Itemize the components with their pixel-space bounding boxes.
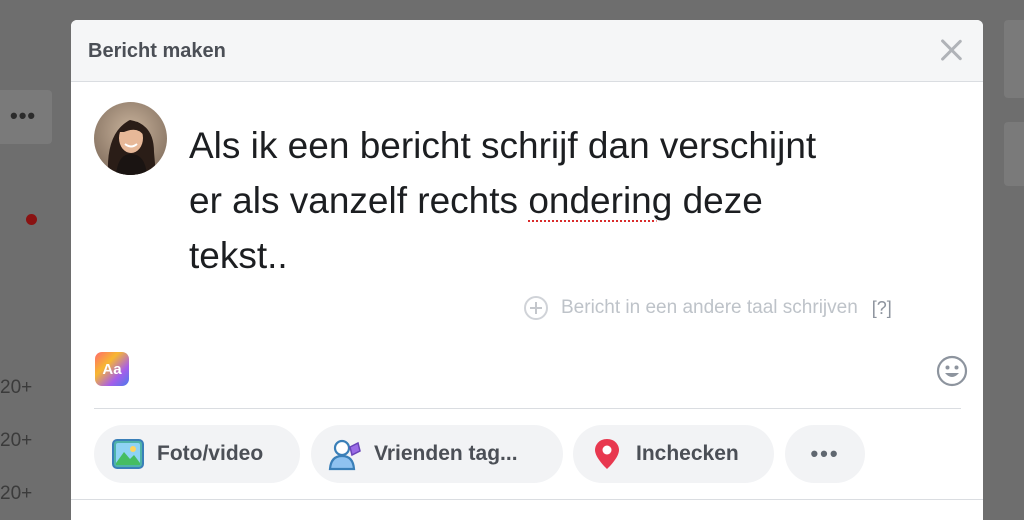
background-right-card (1004, 20, 1024, 98)
tag-friends-label: Vrienden tag... (374, 442, 518, 465)
background-count: 20+ (0, 483, 33, 504)
other-language-option[interactable]: Bericht in een andere taal schrijven [?] (524, 296, 892, 320)
create-post-dialog: Bericht maken Als ik een bericht schrijf… (71, 20, 983, 520)
location-pin-icon (595, 439, 619, 469)
other-language-label: Bericht in een andere taal schrijven (561, 297, 858, 318)
post-text-line: Als ik een bericht schrijf dan verschijn… (189, 125, 817, 166)
background-count: 20+ (0, 430, 33, 451)
background-notification-dot (26, 214, 37, 225)
divider (71, 499, 983, 500)
divider (94, 408, 961, 409)
post-text-segment: er als vanzelf rechts (189, 180, 529, 221)
photo-video-button[interactable]: Foto/video (94, 425, 300, 483)
check-in-button[interactable]: Inchecken (573, 425, 774, 483)
add-circle-icon (524, 296, 548, 320)
background-more-icon: ••• (10, 103, 37, 128)
post-text-segment: deze (672, 180, 763, 221)
more-icon: ••• (810, 441, 840, 466)
post-text-line: tekst.. (189, 235, 288, 276)
emoji-icon[interactable] (936, 355, 968, 387)
more-options-button[interactable]: ••• (785, 425, 865, 483)
dialog-title: Bericht maken (88, 40, 226, 62)
dialog-header: Bericht maken (71, 20, 983, 82)
background-right-card (1004, 122, 1024, 186)
text-background-button[interactable]: Aa (95, 352, 129, 386)
post-text-input[interactable]: Als ik een bericht schrijf dan verschijn… (189, 118, 949, 283)
tag-friends-icon (328, 439, 361, 471)
help-link[interactable]: [?] (872, 298, 892, 319)
avatar[interactable] (94, 102, 167, 175)
background-count: 20+ (0, 377, 33, 398)
tag-friends-button[interactable]: Vrienden tag... (311, 425, 563, 483)
misspelled-word: ondering (528, 180, 673, 221)
post-text-line: er als vanzelf rechts ondering deze (189, 173, 949, 228)
photo-video-label: Foto/video (157, 442, 264, 465)
close-icon[interactable] (937, 36, 965, 64)
photo-icon (112, 439, 144, 469)
check-in-label: Inchecken (636, 442, 739, 465)
